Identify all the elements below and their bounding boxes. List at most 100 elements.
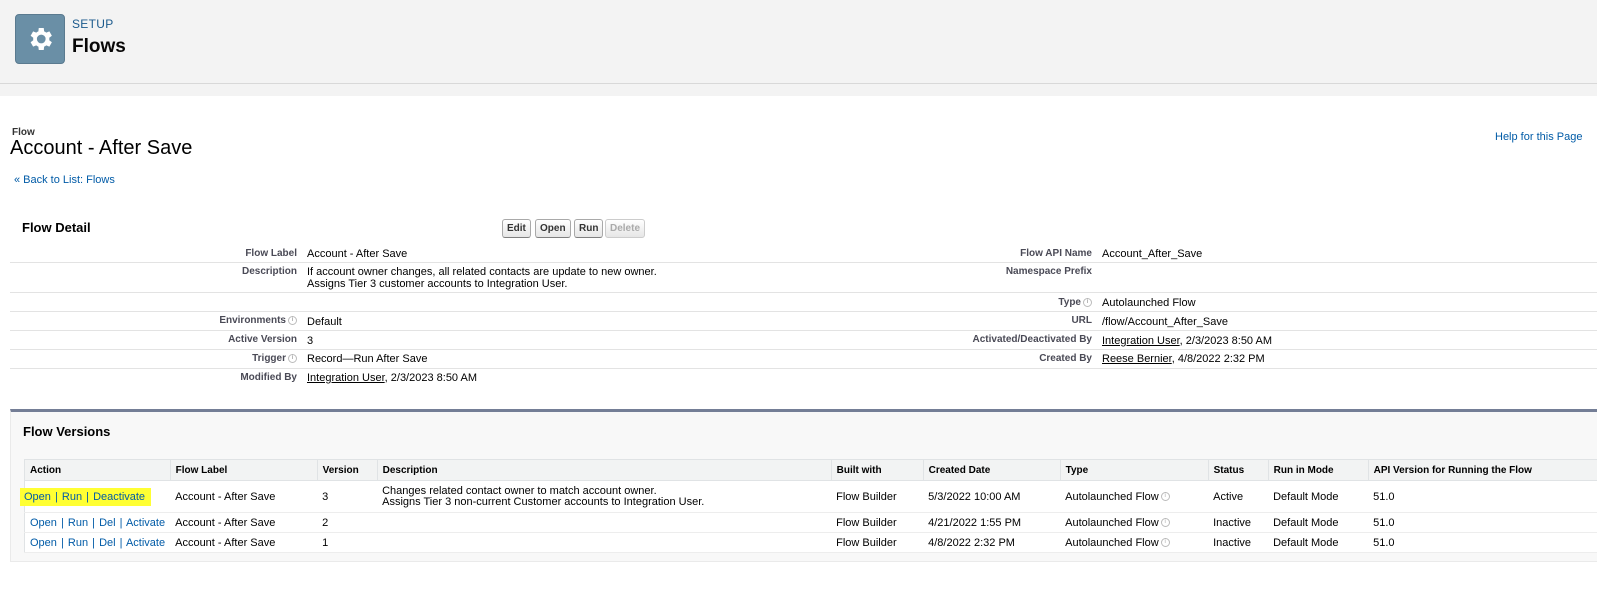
- help-link[interactable]: Help for this Page: [1495, 131, 1582, 143]
- status-cell: Inactive: [1208, 512, 1269, 533]
- type-text: Autolaunched Flow: [1065, 516, 1159, 529]
- info-icon[interactable]: i: [1160, 492, 1170, 502]
- highlighted-actions: Open | Run | Deactivate: [20, 487, 152, 506]
- type-text: Autolaunched Flow: [1065, 490, 1159, 503]
- created-date-cell: 4/21/2022 1:55 PM: [923, 512, 1061, 533]
- separator: |: [54, 490, 58, 503]
- open-link[interactable]: Open: [24, 491, 51, 503]
- activated-by-date: , 2/3/2023 8:50 AM: [1179, 335, 1273, 347]
- environments-label: Environments i: [219, 315, 297, 326]
- column-header[interactable]: Flow Label: [169, 459, 318, 481]
- separator: |: [60, 516, 64, 529]
- type-cell: Autolaunched Flow i: [1060, 512, 1209, 533]
- trigger-value: Record—Run After Save: [307, 353, 428, 365]
- flow-detail-title: Flow Detail: [22, 220, 91, 235]
- delete-link[interactable]: Del: [99, 537, 116, 549]
- trigger-label: Trigger i: [252, 353, 297, 364]
- info-icon[interactable]: i: [1160, 518, 1170, 528]
- action-cell: Open | Run | Del | Activate: [24, 512, 171, 533]
- description-cell: Changes related contact owner to match a…: [377, 480, 832, 513]
- modified-by-value: Integration User, 2/3/2023 8:50 AM: [307, 372, 477, 384]
- info-icon[interactable]: i: [1160, 538, 1170, 548]
- version-cell: 1: [317, 532, 378, 553]
- info-icon[interactable]: i: [288, 353, 297, 363]
- column-header[interactable]: Status: [1207, 459, 1269, 481]
- action-cell: Open | Run | Deactivate: [20, 480, 171, 513]
- separator: |: [92, 536, 96, 549]
- detail-row-modified-by: Modified By Integration User, 2/3/2023 8…: [10, 369, 1597, 387]
- created-date-cell: 4/8/2022 2:32 PM: [923, 532, 1061, 553]
- created-date-cell: 5/3/2022 10:00 AM: [923, 480, 1061, 513]
- run-button[interactable]: Run: [574, 219, 604, 238]
- created-by-value: Reese Bernier, 4/8/2022 2:32 PM: [1102, 353, 1265, 365]
- detail-row-type: Type i Autolaunched Flow: [10, 293, 1597, 312]
- activated-by-user-link[interactable]: Integration User: [1102, 335, 1180, 347]
- status-cell: Inactive: [1208, 532, 1269, 553]
- namespace-prefix-label: Namespace Prefix: [1005, 266, 1092, 277]
- open-link[interactable]: Open: [30, 517, 57, 529]
- version-cell: 2: [317, 512, 378, 533]
- description-line-2: Assigns Tier 3 customer accounts to Inte…: [307, 278, 568, 290]
- flow-versions-title: Flow Versions: [23, 424, 111, 439]
- url-value: /flow/Account_After_Save: [1102, 316, 1228, 328]
- open-button[interactable]: Open: [535, 219, 571, 238]
- type-value: Autolaunched Flow: [1102, 297, 1196, 309]
- delete-link[interactable]: Del: [99, 517, 116, 529]
- column-header[interactable]: Action: [24, 459, 171, 481]
- separator: |: [60, 536, 64, 549]
- run-link[interactable]: Run: [68, 517, 88, 529]
- gear-icon: [15, 14, 65, 64]
- back-to-list-link[interactable]: « Back to List: Flows: [14, 174, 115, 186]
- description-line: Assigns Tier 3 non-current Customer acco…: [382, 495, 705, 508]
- table-row: Open | Run | Deactivate Account - After …: [20, 480, 1597, 513]
- run-mode-cell: Default Mode: [1268, 512, 1369, 533]
- description-cell: [377, 532, 832, 553]
- detail-row-description: Description If account owner changes, al…: [10, 263, 1597, 293]
- active-version-value: 3: [307, 335, 314, 347]
- column-header[interactable]: Type: [1059, 459, 1209, 481]
- type-label: Type i: [1058, 297, 1092, 308]
- type-text: Autolaunched Flow: [1065, 536, 1159, 549]
- run-link[interactable]: Run: [62, 491, 82, 503]
- table-row: Open | Run | Del | Activate Account - Af…: [24, 512, 1597, 533]
- modified-by-date: , 2/3/2023 8:50 AM: [384, 372, 478, 384]
- info-icon[interactable]: i: [288, 315, 297, 325]
- modified-by-user-link[interactable]: Integration User: [307, 372, 385, 384]
- info-icon[interactable]: i: [1083, 297, 1092, 307]
- detail-row-environments: Environments i Default URL /flow/Account_…: [10, 312, 1597, 331]
- gear-icon-svg: [30, 28, 52, 50]
- modified-by-label: Modified By: [240, 372, 297, 383]
- detail-row-active-version: Active Version 3 Activated/Deactivated B…: [10, 331, 1597, 350]
- activate-link[interactable]: Activate: [126, 537, 165, 549]
- activated-by-label: Activated/Deactivated By: [972, 334, 1093, 345]
- trigger-label-text: Trigger: [252, 353, 286, 364]
- edit-button[interactable]: Edit: [502, 219, 531, 238]
- action-cell: Open | Run | Del | Activate: [24, 532, 171, 553]
- built-with-cell: Flow Builder: [831, 512, 924, 533]
- column-header[interactable]: API Version for Running the Flow: [1367, 459, 1597, 481]
- column-header[interactable]: Version: [316, 459, 378, 481]
- column-header[interactable]: Built with: [830, 459, 924, 481]
- url-label: URL: [1071, 315, 1092, 326]
- built-with-cell: Flow Builder: [831, 532, 924, 553]
- environments-label-text: Environments: [219, 315, 286, 326]
- activate-link[interactable]: Activate: [126, 517, 165, 529]
- api-name-label: Flow API Name: [1020, 248, 1092, 259]
- version-cell: 3: [317, 480, 378, 513]
- deactivate-link[interactable]: Deactivate: [93, 491, 145, 503]
- separator: |: [92, 516, 96, 529]
- column-header[interactable]: Created Date: [922, 459, 1061, 481]
- created-by-user-link[interactable]: Reese Bernier: [1102, 353, 1172, 365]
- api-version-cell: 51.0: [1368, 512, 1597, 533]
- api-version-cell: 51.0: [1368, 480, 1597, 513]
- open-link[interactable]: Open: [30, 537, 57, 549]
- column-header[interactable]: Description: [376, 459, 832, 481]
- run-mode-cell: Default Mode: [1268, 532, 1369, 553]
- separator: |: [119, 536, 123, 549]
- description-cell: [377, 512, 832, 533]
- created-by-label: Created By: [1039, 353, 1092, 364]
- column-header[interactable]: Run in Mode: [1267, 459, 1369, 481]
- table-header-row: Action Flow Label Version Description Bu…: [24, 459, 1597, 481]
- run-link[interactable]: Run: [68, 537, 88, 549]
- description-line-1: If account owner changes, all related co…: [307, 266, 657, 278]
